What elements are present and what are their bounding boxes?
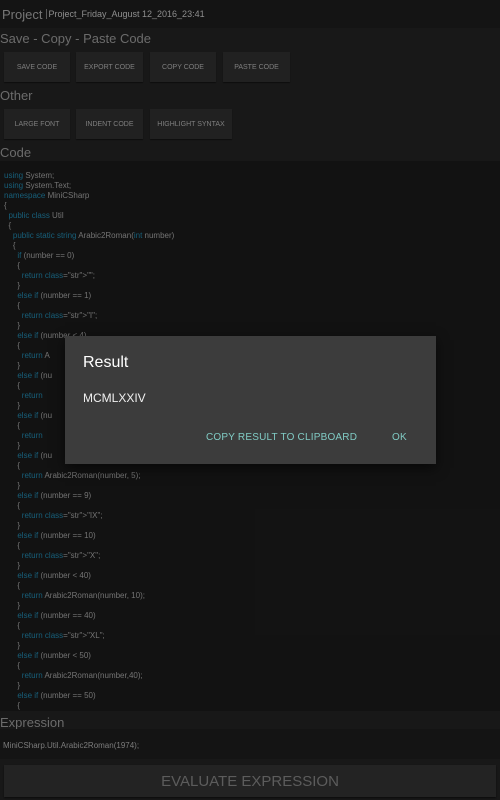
dialog-result-text: MCMLXXIV	[83, 391, 146, 405]
result-dialog: Result MCMLXXIV COPY RESULT TO CLIPBOARD…	[65, 336, 436, 464]
dialog-title: Result	[83, 354, 129, 371]
ok-button[interactable]: OK	[392, 432, 407, 443]
copy-result-button[interactable]: COPY RESULT TO CLIPBOARD	[206, 432, 357, 443]
